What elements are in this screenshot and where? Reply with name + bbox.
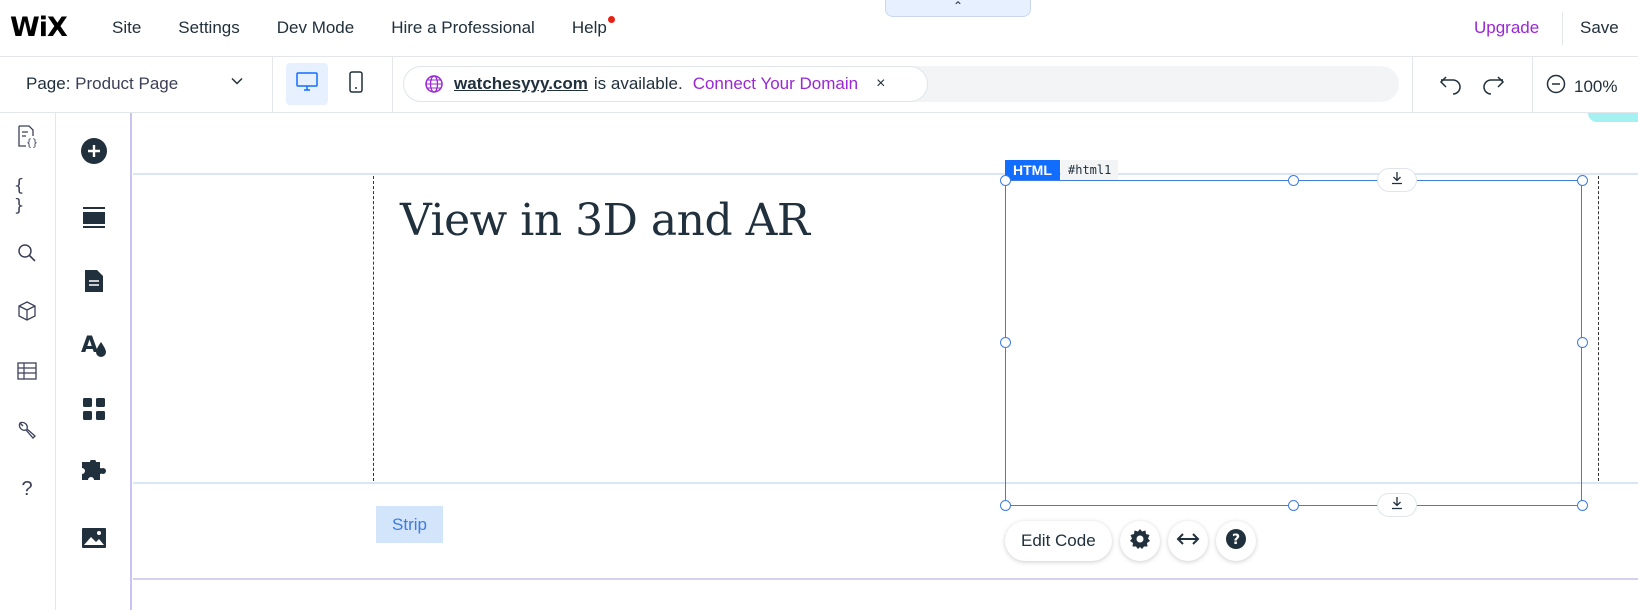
resize-handle[interactable]	[1000, 175, 1011, 186]
resize-handle[interactable]	[1577, 500, 1588, 511]
divider	[392, 57, 393, 113]
resize-handle[interactable]	[1577, 175, 1588, 186]
wrench-icon[interactable]	[14, 417, 40, 443]
html-element-id: #html1	[1061, 160, 1119, 180]
strip-label[interactable]: Strip	[376, 506, 443, 543]
html-element-tag: HTML	[1005, 160, 1060, 180]
search-icon[interactable]	[14, 240, 40, 266]
page-value: Product Page	[75, 74, 179, 93]
puzzle-icon[interactable]	[78, 457, 110, 489]
domain-notice: watchesyyy.com is available. Connect You…	[403, 66, 928, 102]
html-embed-element[interactable]	[1005, 180, 1582, 506]
divider	[272, 57, 273, 113]
menu-help[interactable]: Help	[571, 16, 615, 38]
add-icon[interactable]	[78, 135, 110, 167]
help-icon[interactable]: ?	[14, 476, 40, 502]
settings-button[interactable]	[1119, 521, 1160, 561]
close-icon[interactable]: ×	[876, 75, 885, 93]
chevron-down-icon[interactable]	[230, 74, 244, 91]
grid-guide-right	[1598, 176, 1599, 481]
divider	[1532, 57, 1533, 113]
divider	[1562, 12, 1563, 45]
wix-logo[interactable]: WiX	[10, 12, 68, 43]
mobile-view-button[interactable]	[335, 63, 377, 105]
edit-code-button[interactable]: Edit Code	[1005, 521, 1112, 561]
media-icon[interactable]	[78, 522, 110, 554]
menu-hire-professional[interactable]: Hire a Professional	[391, 18, 535, 38]
corner-tab	[1588, 113, 1638, 122]
sections-icon[interactable]	[78, 201, 110, 233]
svg-text:{}: {}	[26, 138, 38, 148]
menu-dev-mode[interactable]: Dev Mode	[277, 18, 354, 38]
resize-handle[interactable]	[1288, 175, 1299, 186]
menu-settings[interactable]: Settings	[178, 18, 239, 38]
table-icon[interactable]	[14, 358, 40, 384]
resize-handle[interactable]	[1000, 500, 1011, 511]
stretch-down-button[interactable]	[1377, 168, 1417, 192]
editor-canvas[interactable]: View in 3D and AR Strip HTML #html1 Edit…	[133, 113, 1638, 610]
save-button[interactable]: Save	[1580, 18, 1619, 38]
pages-icon[interactable]	[78, 265, 110, 297]
resize-handle[interactable]	[1288, 500, 1299, 511]
download-icon	[1390, 496, 1404, 515]
page-selector[interactable]: Page: Product Page	[26, 74, 178, 94]
cube-icon[interactable]	[14, 298, 40, 324]
horizontal-arrows-icon	[1175, 531, 1201, 552]
svg-text:A: A	[81, 333, 98, 358]
connect-domain-link[interactable]: Connect Your Domain	[693, 74, 858, 94]
divider	[1412, 57, 1413, 113]
undo-icon[interactable]	[1438, 71, 1464, 102]
svg-text:?: ?	[1232, 532, 1240, 548]
upgrade-button[interactable]: Upgrade	[1474, 18, 1539, 38]
grid-guide-left	[373, 176, 374, 481]
element-action-bar: Edit Code ?	[1005, 521, 1256, 561]
page-prefix: Page:	[26, 74, 71, 93]
zoom-out-icon[interactable]	[1546, 74, 1566, 99]
gear-icon	[1129, 528, 1151, 555]
menu-site[interactable]: Site	[112, 18, 141, 38]
redo-icon[interactable]	[1480, 71, 1506, 102]
domain-name: watchesyyy.com	[454, 74, 588, 93]
desktop-icon	[295, 71, 319, 98]
zoom-control[interactable]: 100%	[1546, 74, 1617, 99]
dev-tools-rail: {} { } ?	[0, 113, 56, 610]
resize-handle[interactable]	[1577, 337, 1588, 348]
top-bar: WiX Site Settings Dev Mode Hire a Profes…	[0, 0, 1638, 57]
stretch-button[interactable]	[1167, 521, 1208, 561]
braces-icon[interactable]: { }	[14, 176, 40, 216]
design-icon[interactable]: A	[78, 328, 110, 360]
zoom-level: 100%	[1574, 76, 1618, 96]
editor-toolbar: Page: Product Page watchesyyy.com is ava…	[0, 57, 1638, 113]
page-heading[interactable]: View in 3D and AR	[400, 195, 810, 246]
page-bottom-line	[133, 578, 1638, 580]
page-code-icon[interactable]: {}	[14, 123, 40, 149]
help-button[interactable]: ?	[1215, 521, 1256, 561]
notification-dot	[607, 16, 615, 23]
resize-handle[interactable]	[1000, 337, 1011, 348]
apps-icon[interactable]	[78, 393, 110, 425]
menu-help-label: Help	[571, 18, 607, 37]
stretch-bottom-button[interactable]	[1377, 493, 1417, 517]
help-circle-icon: ?	[1225, 528, 1247, 555]
mobile-icon	[348, 70, 364, 99]
main-menu: Site Settings Dev Mode Hire a Profession…	[112, 16, 644, 38]
download-icon	[1390, 171, 1404, 190]
collapse-toolbar-button[interactable]: ⌃	[885, 0, 1031, 17]
domain-status: is available.	[593, 74, 683, 93]
globe-icon	[424, 74, 444, 94]
add-elements-rail: A	[56, 113, 132, 610]
desktop-view-button[interactable]	[286, 63, 328, 105]
